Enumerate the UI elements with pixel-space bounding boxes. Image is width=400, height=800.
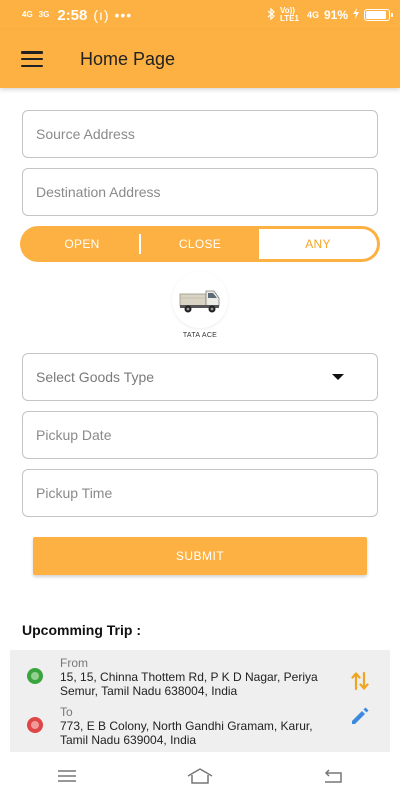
status-bar: 4G 3G 2:58 (ı) ••• Vo)) LTE1 4G 91% xyxy=(0,0,400,30)
goods-type-placeholder: Select Goods Type xyxy=(36,369,155,385)
home-icon[interactable] xyxy=(185,764,215,788)
battery-icon xyxy=(364,9,393,21)
goods-type-select[interactable]: Select Goods Type xyxy=(22,353,378,401)
body-type-any-option[interactable]: ANY xyxy=(259,229,377,259)
system-nav-bar xyxy=(0,752,400,800)
source-address-input[interactable] xyxy=(36,126,364,142)
body-type-toggle: OPEN CLOSE ANY xyxy=(20,226,380,262)
mini-truck-icon xyxy=(179,290,220,313)
battery-level xyxy=(366,11,387,19)
vehicle-label: TATA ACE xyxy=(182,332,218,339)
destination-address-input[interactable] xyxy=(36,184,364,200)
body-type-open-option[interactable]: OPEN xyxy=(23,229,141,259)
recent-apps-icon[interactable] xyxy=(52,764,82,788)
upcoming-trip-title: Upcomming Trip : xyxy=(22,622,141,638)
bluetooth-icon xyxy=(267,7,275,23)
signal-1-label: 4G xyxy=(22,10,33,19)
vehicle-option-tata-ace[interactable]: TATA ACE xyxy=(170,272,230,339)
vehicle-avatar xyxy=(172,272,228,328)
status-right: Vo)) LTE1 4G 91% xyxy=(267,6,393,23)
hamburger-menu-icon[interactable] xyxy=(21,51,43,67)
back-icon[interactable] xyxy=(318,764,348,788)
destination-address-field[interactable] xyxy=(22,168,378,216)
body-type-close-option[interactable]: CLOSE xyxy=(141,229,259,259)
origin-marker-icon xyxy=(27,668,43,684)
status-left: 4G 3G 2:58 (ı) ••• xyxy=(22,7,132,24)
to-label: To xyxy=(60,705,73,719)
pickup-date-input[interactable] xyxy=(36,427,364,443)
charging-icon xyxy=(353,8,359,22)
app-bar: Home Page xyxy=(0,30,400,88)
pickup-date-field[interactable] xyxy=(22,411,378,459)
trip-from: From 15, 15, Chinna Thottem Rd, P K D Na… xyxy=(60,656,340,698)
from-address: 15, 15, Chinna Thottem Rd, P K D Nagar, … xyxy=(60,670,318,698)
network-label: 4G xyxy=(306,10,319,20)
page-title: Home Page xyxy=(80,48,176,69)
upcoming-trip-card[interactable]: From 15, 15, Chinna Thottem Rd, P K D Na… xyxy=(10,650,390,752)
submit-button[interactable]: SUBMIT xyxy=(33,537,367,575)
trip-to: To 773, E B Colony, North Gandhi Gramam,… xyxy=(60,705,340,747)
source-address-field[interactable] xyxy=(22,110,378,158)
destination-marker-icon xyxy=(27,717,43,733)
to-address: 773, E B Colony, North Gandhi Gramam, Ka… xyxy=(60,719,313,747)
dropdown-arrow-icon xyxy=(332,374,344,380)
volte-label: Vo)) LTE1 xyxy=(279,6,299,23)
edit-pencil-icon[interactable] xyxy=(349,705,371,727)
signal-2-label: 3G xyxy=(38,10,50,19)
from-label: From xyxy=(60,656,88,670)
status-time: 2:58 xyxy=(57,6,88,24)
swap-vertical-icon[interactable] xyxy=(351,671,369,691)
pickup-time-field[interactable] xyxy=(22,469,378,517)
pickup-time-input[interactable] xyxy=(36,485,364,501)
status-extra: (ı) ••• xyxy=(93,7,133,23)
battery-percent: 91% xyxy=(323,8,348,22)
